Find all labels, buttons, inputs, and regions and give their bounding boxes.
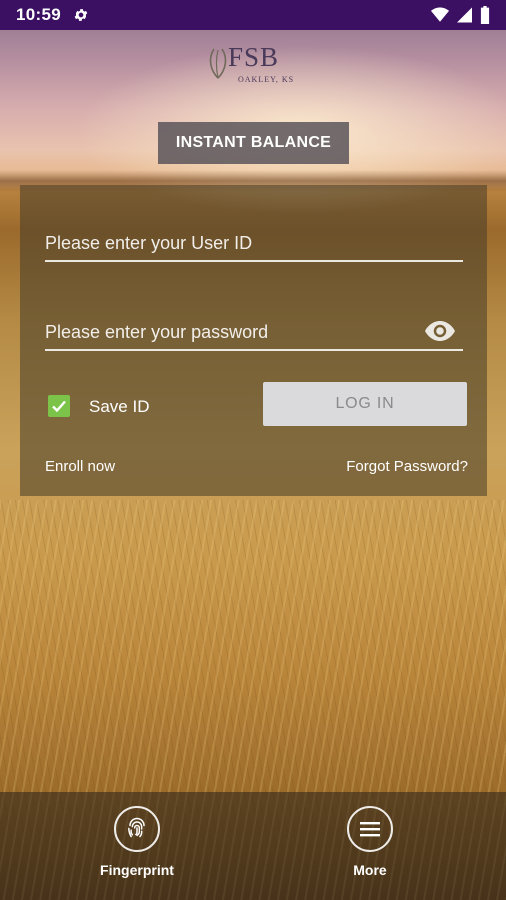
bottom-nav: Fingerprint More: [0, 792, 506, 900]
battery-icon: [480, 6, 490, 24]
save-id-checkbox[interactable]: [48, 395, 70, 417]
instant-balance-button[interactable]: INSTANT BALANCE: [158, 122, 349, 164]
status-time: 10:59: [16, 5, 61, 24]
forgot-password-link[interactable]: Forgot Password?: [346, 458, 468, 475]
login-button[interactable]: LOG IN: [263, 382, 467, 426]
logo-name: FSB: [228, 42, 280, 72]
save-id-label: Save ID: [89, 397, 150, 416]
wifi-icon: [431, 7, 449, 22]
settings-gear-icon: [74, 9, 88, 21]
login-panel: Please enter your User ID Please enter y…: [20, 185, 487, 496]
user-id-placeholder: Please enter your User ID: [45, 233, 253, 253]
signal-icon: [457, 7, 472, 23]
menu-icon: [347, 806, 393, 852]
checkmark-icon: [52, 400, 66, 413]
show-password-eye-icon[interactable]: [425, 319, 455, 343]
status-bar: 10:59: [0, 0, 506, 30]
bank-logo: FSB OAKLEY, KS: [204, 42, 304, 86]
password-field[interactable]: Please enter your password: [45, 319, 463, 351]
fingerprint-icon: [114, 806, 160, 852]
more-nav-item[interactable]: More: [310, 806, 430, 878]
more-label: More: [353, 862, 387, 878]
fingerprint-nav-item[interactable]: Fingerprint: [77, 806, 197, 878]
enroll-now-link[interactable]: Enroll now: [45, 458, 115, 475]
user-id-field[interactable]: Please enter your User ID: [45, 230, 463, 262]
password-placeholder: Please enter your password: [45, 322, 269, 342]
logo-location: OAKLEY, KS: [238, 75, 295, 84]
fingerprint-label: Fingerprint: [100, 862, 174, 878]
